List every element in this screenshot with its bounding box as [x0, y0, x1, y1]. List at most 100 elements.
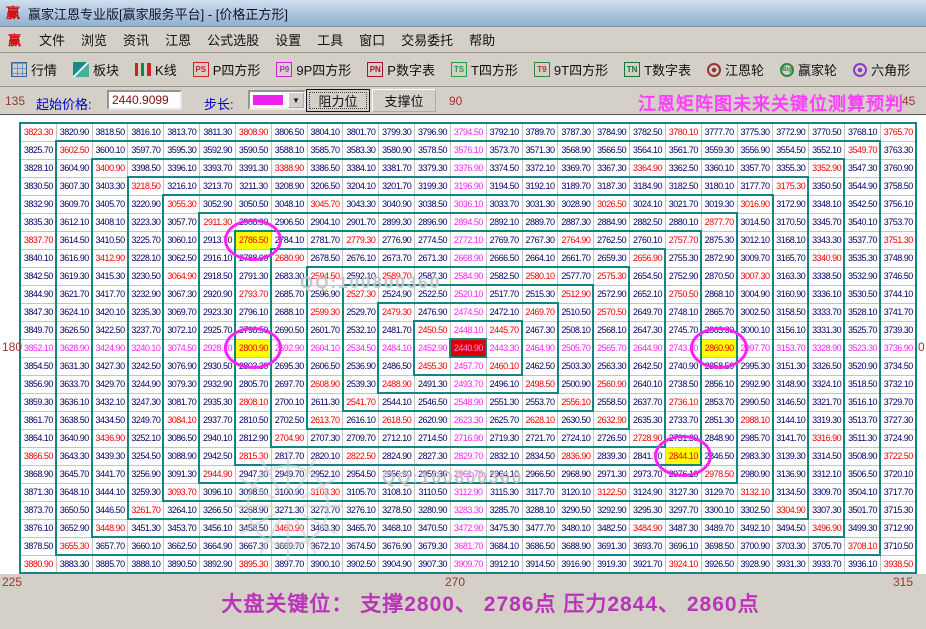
toolbar-item-t-number-table[interactable]: TN T数字表 [619, 57, 696, 82]
grid-cell: 2887.30 [558, 214, 595, 232]
toolbar-item-winner-service[interactable]: $赢家服务 [921, 57, 926, 82]
menu-item-6[interactable]: 工具 [309, 31, 351, 50]
grid-cell: 2695.30 [271, 358, 308, 376]
toolbar-item-t-square[interactable]: TS T四方形 [446, 57, 523, 82]
grid-cell: 3734.50 [880, 358, 917, 376]
grid-cell: 2716.90 [450, 430, 487, 448]
grid-cell: 2707.30 [307, 430, 344, 448]
9p-square-icon: P9 [276, 62, 293, 77]
grid-cell: 2692.90 [271, 340, 308, 358]
grid-cell: 3919.30 [594, 556, 631, 574]
grid-cell: 3842.50 [21, 268, 57, 286]
grid-cell: 3580.90 [379, 142, 416, 160]
menu-item-7[interactable]: 窗口 [351, 31, 393, 50]
grid-cell: 3148.90 [773, 376, 810, 394]
grid-cell: 3501.70 [845, 502, 881, 520]
grid-cell: 2865.70 [701, 304, 738, 322]
grid-cell: 3278.50 [379, 502, 416, 520]
grid-cell: 3012.10 [737, 232, 774, 250]
toolbar-item-9t-square[interactable]: T9 9T四方形 [529, 57, 613, 82]
grid-cell: 2892.10 [486, 214, 523, 232]
grid-cell: 2750.50 [665, 286, 702, 304]
grid-cell: 3096.10 [200, 484, 236, 502]
grid-cell: 2642.50 [630, 358, 666, 376]
grid-cell: 3535.30 [845, 250, 881, 268]
toolbar-item-label: K线 [155, 63, 177, 78]
grid-cell: 3542.50 [845, 196, 881, 214]
grid-cell: 3139.30 [773, 448, 810, 466]
grid-cell: 2611.30 [307, 394, 344, 412]
chevron-down-icon[interactable]: ▼ [288, 92, 304, 108]
grid-cell: 2644.90 [630, 340, 666, 358]
window-title: 赢家江恩专业版[赢家服务平台] - [价格正方形] [28, 6, 289, 22]
grid-cell: 2997.70 [737, 340, 774, 358]
grid-cell: 3199.30 [415, 178, 451, 196]
grid-cell: 2973.70 [630, 466, 666, 484]
grid-cell: 3182.50 [665, 178, 702, 196]
grid-cell: 3196.90 [450, 178, 487, 196]
grid-cell: 2616.10 [343, 412, 380, 430]
grid-cell: 3813.70 [164, 124, 201, 142]
grid-cell: 3876.10 [21, 520, 57, 538]
grid-cell: 3187.30 [594, 178, 631, 196]
grid-cell: 3160.90 [773, 286, 810, 304]
toolbar-item-gann-wheel[interactable]: 江恩轮 [702, 57, 769, 82]
grid-cell: 3801.70 [343, 124, 380, 142]
grid-cell: 2649.70 [630, 304, 666, 322]
grid-cell: 3309.70 [809, 484, 846, 502]
grid-cell: 3076.90 [164, 358, 201, 376]
grid-cell: 3453.70 [164, 520, 201, 538]
menu-item-3[interactable]: 江恩 [157, 31, 199, 50]
grid-cell: 3578.50 [415, 142, 451, 160]
grid-cell: 3794.50 [450, 124, 487, 142]
grid-cell: 2450.50 [415, 322, 451, 340]
grid-cell: 2637.70 [630, 394, 666, 412]
toolbar-item-winner-wheel[interactable]: Big 赢家轮 [775, 57, 842, 82]
menu-item-0[interactable]: 文件 [31, 31, 73, 50]
grid-cell: 3158.50 [773, 304, 810, 322]
grid-cell: 3316.90 [809, 430, 846, 448]
grid-cell: 2889.70 [522, 214, 559, 232]
grid-cell: 2932.90 [200, 376, 236, 394]
menu-item-1[interactable]: 浏览 [73, 31, 115, 50]
grid-cell: 3136.90 [773, 466, 810, 484]
menu-item-8[interactable]: 交易委托 [393, 31, 461, 50]
grid-cell: 3007.30 [737, 268, 774, 286]
grid-cell: 2714.50 [415, 430, 451, 448]
toolbar-item-p-number-table[interactable]: PN P数字表 [362, 57, 440, 82]
grid-cell: 3451.30 [128, 520, 165, 538]
toolbar-item-9p-square[interactable]: P9 9P四方形 [271, 57, 356, 82]
toolbar-item-hexagon[interactable]: 六角形 [848, 57, 915, 82]
grid-cell: 3504.10 [845, 484, 881, 502]
grid-cell: 3321.70 [809, 394, 846, 412]
step-color-dropdown[interactable]: ▼ [248, 90, 306, 110]
toolbar-item-p-square[interactable]: PS P四方形 [188, 57, 266, 82]
grid-cell: 3100.90 [271, 484, 308, 502]
start-price-input[interactable] [107, 90, 182, 110]
menu-item-4[interactable]: 公式选股 [199, 31, 267, 50]
menu-item-2[interactable]: 资讯 [115, 31, 157, 50]
grid-cell: 3588.10 [271, 142, 308, 160]
grid-cell: 2978.50 [701, 466, 738, 484]
menu-item-9[interactable]: 帮助 [461, 31, 503, 50]
grid-cell: 3127.30 [665, 484, 702, 502]
grid-cell: 3384.10 [343, 160, 380, 178]
toolbar-item-sectors[interactable]: 板块 [68, 57, 124, 82]
grid-cell: 2935.30 [200, 394, 236, 412]
menu-item-5[interactable]: 设置 [267, 31, 309, 50]
grid-cell: 2671.30 [415, 250, 451, 268]
grid-cell: 2565.70 [594, 340, 631, 358]
grid-cell: 2532.10 [343, 322, 380, 340]
grid-cell: 2690.50 [271, 322, 308, 340]
grid-cell: 3055.30 [164, 196, 201, 214]
grid-cell: 3232.90 [128, 286, 165, 304]
support-button[interactable]: 支撑位 [372, 89, 436, 112]
toolbar-item-kline[interactable]: K线 [130, 57, 182, 82]
angle-label-135: 135 [5, 94, 26, 108]
grid-cell: 2685.70 [271, 286, 308, 304]
grid-cell: 3213.70 [200, 178, 236, 196]
resistance-button[interactable]: 阻力位 [306, 89, 370, 112]
grid-cell: 3093.70 [164, 484, 201, 502]
grid-cell: 3081.70 [164, 394, 201, 412]
toolbar-item-quotes[interactable]: 行情 [6, 57, 62, 82]
